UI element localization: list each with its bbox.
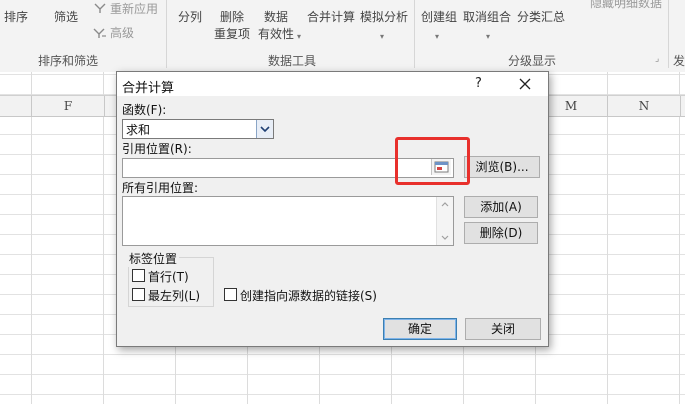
dropdown-arrow[interactable]	[256, 120, 273, 138]
advanced-button[interactable]: 高级	[110, 26, 134, 40]
browse-button[interactable]: 浏览(B)...	[464, 156, 540, 178]
label-position-legend: 标签位置	[127, 250, 180, 267]
column-header-n[interactable]: N	[608, 96, 681, 116]
chevron-down-icon: ▾	[486, 32, 491, 41]
chevron-down-icon: ▾	[435, 32, 440, 41]
filter-button[interactable]: 筛选	[54, 10, 78, 24]
data-validation-button-line2[interactable]: 有效性	[258, 27, 294, 41]
reapply-button[interactable]: 重新应用	[110, 2, 158, 16]
function-label: 函数(F):	[122, 103, 167, 117]
consolidate-dialog: 合并计算 ? 函数(F): 求和 引用位置(R): 浏览(B)... 所有引用位…	[116, 71, 549, 347]
create-links-label[interactable]: 创建指向源数据的链接(S)	[240, 287, 377, 304]
what-if-analysis-button[interactable]: 模拟分析	[360, 10, 408, 24]
group-extra: 发	[673, 54, 685, 68]
ungroup-button[interactable]: 取消组合	[463, 10, 511, 24]
column-header-f[interactable]: F	[31, 96, 105, 116]
reference-label: 引用位置(R):	[122, 142, 192, 156]
group-data-tools: 数据工具	[268, 54, 317, 68]
ok-button[interactable]: 确定	[383, 318, 457, 340]
all-references-label: 所有引用位置:	[122, 181, 199, 195]
chevron-down-icon	[260, 126, 270, 133]
subtotal-button[interactable]: 分类汇总	[517, 10, 565, 24]
delete-button[interactable]: 删除(D)	[464, 222, 538, 244]
help-button[interactable]: ?	[475, 76, 482, 91]
function-select-value: 求和	[126, 123, 151, 137]
ribbon-separator	[414, 0, 415, 68]
highlight-annotation	[395, 137, 470, 185]
top-row-checkbox[interactable]	[132, 269, 145, 282]
reapply-icon	[94, 3, 106, 13]
remove-duplicates-button[interactable]: 删除	[220, 10, 244, 24]
left-column-label[interactable]: 最左列(L)	[148, 287, 200, 304]
scrollbar[interactable]	[436, 197, 453, 245]
scroll-arrows-icon	[441, 202, 449, 240]
data-validation-button[interactable]: 数据	[264, 10, 288, 24]
text-to-columns-button[interactable]: 分列	[178, 10, 202, 24]
function-select[interactable]: 求和	[122, 119, 274, 139]
chevron-down-icon: ▾	[380, 32, 385, 41]
close-icon[interactable]	[513, 74, 537, 94]
sort-button[interactable]: 排序	[4, 10, 28, 24]
create-links-checkbox[interactable]	[224, 288, 237, 301]
all-references-list[interactable]	[122, 196, 454, 246]
dialog-titlebar[interactable]: 合并计算 ?	[117, 72, 548, 96]
group-sort-filter: 排序和筛选	[38, 54, 99, 68]
left-column-checkbox[interactable]	[132, 288, 145, 301]
top-row-label[interactable]: 首行(T)	[148, 268, 189, 285]
hide-detail-button[interactable]: 隐藏明细数据	[590, 0, 662, 10]
ribbon-separator	[668, 0, 669, 68]
add-button[interactable]: 添加(A)	[464, 196, 538, 218]
consolidate-button[interactable]: 合并计算	[307, 10, 355, 24]
ribbon-separator	[166, 0, 167, 68]
chevron-down-icon: ▾	[297, 32, 302, 41]
remove-duplicates-button-line2[interactable]: 重复项	[214, 27, 250, 41]
advanced-filter-icon	[93, 28, 106, 38]
group-outline: 分级显示	[508, 54, 557, 68]
dialog-launcher-icon[interactable]: ⌟	[655, 54, 659, 64]
group-button[interactable]: 创建组	[421, 10, 457, 24]
close-button[interactable]: 关闭	[465, 318, 541, 340]
dialog-title: 合并计算	[122, 81, 175, 96]
ribbon: 排序 筛选 重新应用 高级 排序和筛选 分列 删除 重复项 数据 有效性 ▾ 合…	[0, 0, 685, 73]
